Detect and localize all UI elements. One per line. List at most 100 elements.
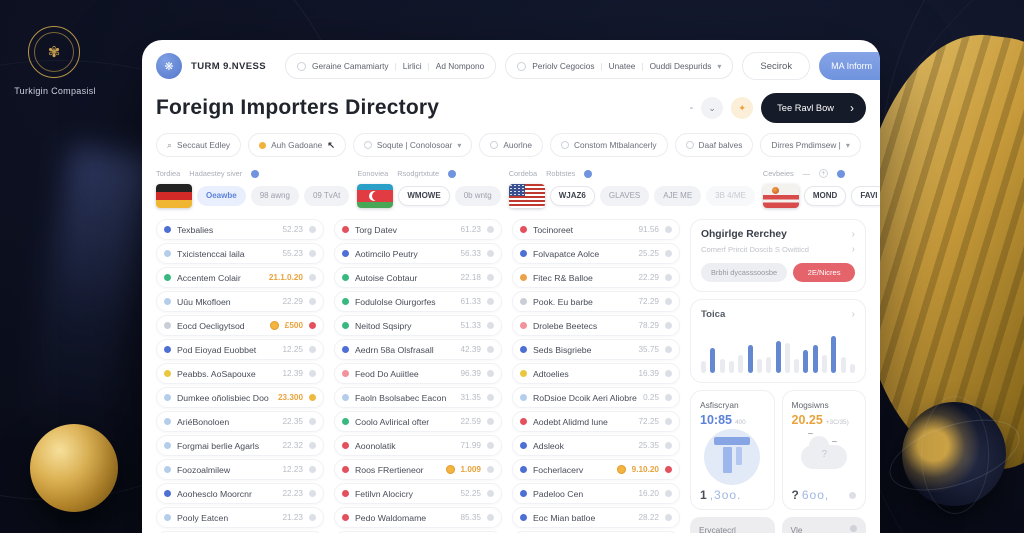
table-row[interactable]: Roos FRertieneor 1.009 <box>334 459 502 480</box>
chevron-down-icon: ▾ <box>845 140 850 150</box>
country-tab[interactable]: Oeawbe <box>197 186 246 206</box>
dark-cta-button[interactable]: Tee Ravl Bow › <box>761 93 866 123</box>
table-row[interactable]: Peabbs. AoSapouxe 12.39 <box>156 363 324 384</box>
app-logo-icon[interactable]: ❋ <box>156 53 182 79</box>
search-button[interactable]: Secirok <box>742 52 811 80</box>
table-row[interactable]: Eoc Mian batloe 28.22 <box>512 507 680 528</box>
table-row[interactable]: Uûu Mkofloen 22.29 <box>156 291 324 312</box>
row-status-dot <box>487 370 494 377</box>
info-icon[interactable] <box>837 169 846 178</box>
table-row[interactable]: Coolo Avlirical ofter 22.59 <box>334 411 502 432</box>
filter-pill[interactable]: Soqute | Conolosoar ▾ <box>352 133 473 157</box>
collapse-button[interactable]: ⌄ <box>701 97 724 119</box>
table-row[interactable]: Feod Do Auiitlee 96.39 <box>334 363 502 384</box>
nav-item[interactable]: Geraine Camamiarty <box>312 61 389 71</box>
table-row[interactable]: AriéBonoloen 22.35 <box>156 411 324 432</box>
country-tab[interactable]: FAVI <box>851 186 880 206</box>
table-row[interactable]: Pod Eioyad Euobbet 12.25 <box>156 339 324 360</box>
table-row[interactable]: Folvapatce Aolce 25.25 <box>512 243 680 264</box>
table-row[interactable]: Faoln Bsolsabec Eacon 31.35 <box>334 387 502 408</box>
row-value: 71.99 <box>460 441 482 450</box>
table-row[interactable]: Aoohesclo Moorcnr 22.23 <box>156 483 324 504</box>
table-row[interactable]: Torg Datev 61.23 <box>334 219 502 240</box>
table-row[interactable]: Aedrn 58a Olsfrasall 42.39 <box>334 339 502 360</box>
table-row[interactable]: Forgmai berlie Agarls 22.32 <box>156 435 324 456</box>
table-row[interactable]: Focherlacerv 9.10.20 <box>512 459 680 480</box>
info-icon[interactable] <box>448 169 457 178</box>
nav-pill-primary[interactable]: Geraine Camamiarty | Lirlici | Ad Nompono <box>285 53 497 79</box>
footer-card-left[interactable]: Ervcatecrl <box>690 517 775 533</box>
promo-primary-button[interactable]: 2E/Nicres <box>793 263 855 282</box>
table-row[interactable]: Seds Bisgriebe 35.75 <box>512 339 680 360</box>
country-tab[interactable]: 09 TvAt <box>303 186 350 206</box>
table-row[interactable]: Aoonolatik 71.99 <box>334 435 502 456</box>
table-row[interactable]: Neitod Sqsipry 51.33 <box>334 315 502 336</box>
table-row[interactable]: Foozoalmilew 12.23 <box>156 459 324 480</box>
filter-pill[interactable]: Daaf balves <box>674 133 754 157</box>
nav-item[interactable]: Ad Nompono <box>436 61 484 71</box>
sparkle-button[interactable]: ✦ <box>731 97 754 119</box>
promo-secondary-button[interactable]: Brbhi dycasssoosbe <box>701 263 788 282</box>
table-row[interactable]: Pook. Eu barbe 72.29 <box>512 291 680 312</box>
monument-illustration <box>700 429 765 485</box>
chevron-right-icon[interactable]: › <box>852 309 855 320</box>
table-row[interactable]: Adsleok 25.35 <box>512 435 680 456</box>
table-row[interactable]: Adtoelies 16.39 <box>512 363 680 384</box>
row-label: Folvapatce Aolce <box>533 248 600 259</box>
chevron-right-icon[interactable]: › <box>852 229 855 240</box>
table-row[interactable]: Drolebe Beetecs 78.29 <box>512 315 680 336</box>
filter-pill[interactable]: ⌕ Seccaut Edley <box>156 133 242 157</box>
table-row[interactable]: Autoise Cobtaur 22.18 <box>334 267 502 288</box>
info-card-footer-value: ,3oo. <box>709 488 742 502</box>
country-tab[interactable]: 0b wntg <box>454 186 501 206</box>
bullet-icon <box>520 298 527 305</box>
country-tab[interactable]: GLAVES <box>599 186 650 206</box>
country-tab[interactable]: AJE ME <box>654 186 702 206</box>
table-row[interactable]: Aodebt Alidmd lune 72.25 <box>512 411 680 432</box>
table-row[interactable]: Tocinoreet 91.56 <box>512 219 680 240</box>
info-card-title: Mogsiwns <box>791 400 829 410</box>
info-card-footer-value: 6oo, <box>801 488 830 502</box>
table-row[interactable]: Fetilvn Alocicry 52.25 <box>334 483 502 504</box>
info-card-subvalue: +3C/35) <box>825 419 849 426</box>
table-row[interactable]: Eocd Oecligytsod £500 <box>156 315 324 336</box>
filter-pill[interactable]: Auh Gadoane ↖ <box>248 133 346 157</box>
row-label: Txicistenccai laila <box>177 248 245 259</box>
table-row[interactable]: Aotimcilo Peutry 56.33 <box>334 243 502 264</box>
nav-item[interactable]: Unatee <box>609 61 636 71</box>
info-icon[interactable] <box>584 169 593 178</box>
nav-item[interactable]: Lirlici <box>403 61 422 71</box>
country-tab[interactable]: WMOWE <box>398 186 450 206</box>
country-tab[interactable]: 3B 4/ME <box>706 186 755 206</box>
table-row[interactable]: Padeloo Cen 16.20 <box>512 483 680 504</box>
table-row[interactable]: Fodulolse Oiurgorfes 61.33 <box>334 291 502 312</box>
promo-card[interactable]: Ohgirlge Rerchey › Comerf Prircit Doscib… <box>690 219 866 292</box>
table-row[interactable]: Texbalies 52.23 <box>156 219 324 240</box>
primary-action-button[interactable]: MA Inform ⚙ A4 ♡ <box>819 52 880 80</box>
info-card-right[interactable]: Mogsiwns 20.25 +3C/35) ~ ~ ? ? 6oo, <box>781 390 866 510</box>
table-row[interactable]: Txicistenccai laila 55.23 <box>156 243 324 264</box>
separator: | <box>394 61 397 71</box>
row-value: 21.23 <box>282 513 304 522</box>
country-tab[interactable]: MOND <box>803 186 847 206</box>
table-row[interactable]: Fitec R& Balloe 22.29 <box>512 267 680 288</box>
info-card-left[interactable]: Asfiscryan 10:85 400 1 ,3oo. <box>690 390 775 510</box>
nav-pill-secondary[interactable]: Periolv Cegocios | Unatee | Ouddi Despurids ▾ <box>505 53 734 79</box>
plus-circle-icon[interactable]: + <box>819 169 829 178</box>
table-row[interactable]: Pooly Eatcen 21.23 <box>156 507 324 528</box>
table-row[interactable]: RoDsioe Dcoik Aeri Aliobre 0.25 <box>512 387 680 408</box>
filter-pill[interactable]: Auorlne <box>479 133 543 157</box>
table-row[interactable]: Pedo Waldomame 85.35 <box>334 507 502 528</box>
table-row[interactable]: Dumkee oñolisbiec Doo 23.300 <box>156 387 324 408</box>
info-icon[interactable] <box>251 169 260 178</box>
country-tab[interactable]: WJAZ6 <box>549 186 595 206</box>
nav-item[interactable]: Ouddi Despurids <box>650 61 712 71</box>
country-tab[interactable]: 98 awng <box>250 186 299 206</box>
table-row[interactable]: Accentem Colair 21.1.0.20 <box>156 267 324 288</box>
stats-chart-card[interactable]: Toica › <box>690 299 866 383</box>
filter-pill[interactable]: Constom Mtbalancerly <box>549 133 668 157</box>
chevron-right-icon[interactable]: › <box>852 244 855 255</box>
nav-item[interactable]: Periolv Cegocios <box>532 61 594 71</box>
footer-card-right[interactable]: Vle <box>781 517 866 533</box>
filter-pill[interactable]: Dirres Pmdimsew | ▾ <box>760 133 861 157</box>
